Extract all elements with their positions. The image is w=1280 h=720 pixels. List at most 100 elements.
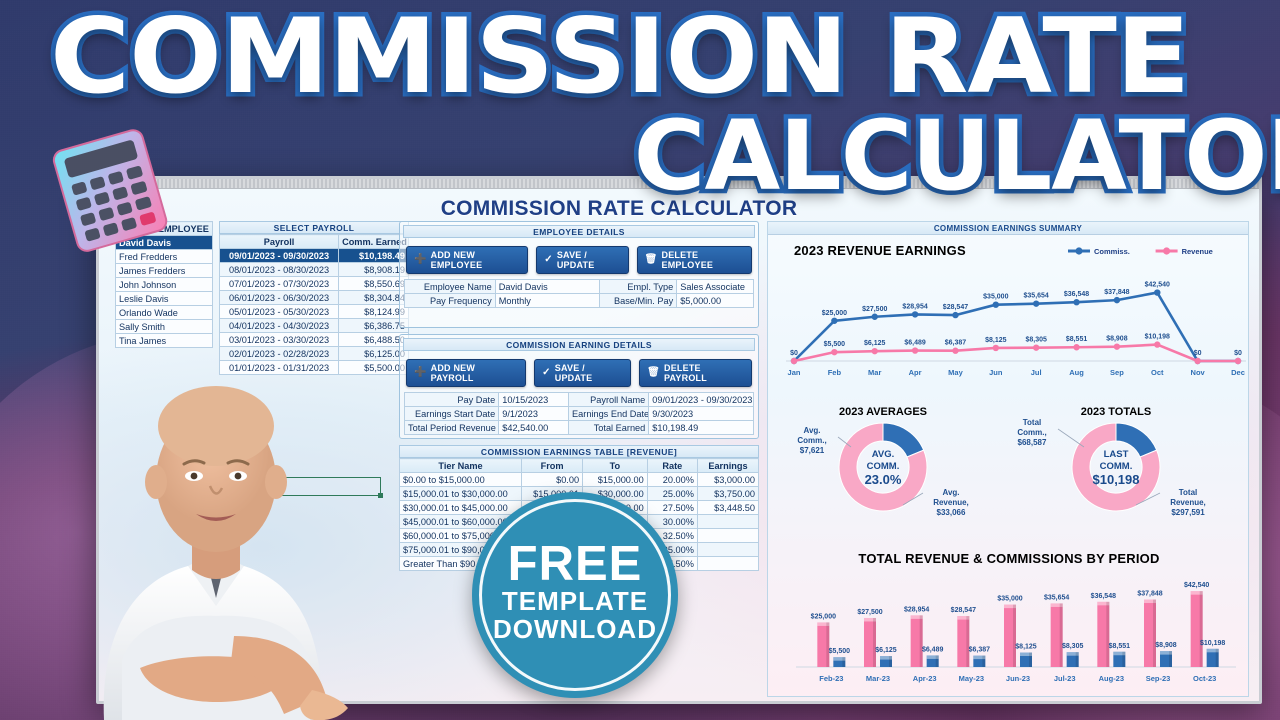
donut-slice-value: $7,621: [800, 446, 825, 455]
check-icon: ✓: [542, 367, 551, 378]
bar-data-label: $27,500: [857, 609, 882, 616]
commission-earning-field-row[interactable]: Earnings Start Date 9/1/2023 Earnings End …: [403, 406, 754, 421]
data-label: $6,387: [945, 340, 967, 347]
x-axis-tick-label: Jul: [1031, 368, 1042, 377]
add-new-employee-label: ADD NEW EMPLOYEE: [430, 250, 483, 270]
bar-data-label: $6,489: [922, 646, 944, 653]
bar-data-label: $25,000: [811, 613, 836, 620]
add-new-employee-button[interactable]: ➕ ADD NEW EMPLOYEE: [406, 246, 529, 274]
field-value[interactable]: $5,000.00: [676, 293, 754, 308]
employee-name-cell: James Fredders: [115, 263, 213, 278]
bar-data-label: $35,654: [1044, 594, 1069, 601]
field-value[interactable]: 9/30/2023: [648, 406, 754, 421]
field-value[interactable]: 09/01/2023 - 09/30/2023: [648, 392, 754, 407]
plus-circle-icon: ➕: [414, 367, 427, 378]
employee-list-item[interactable]: Fred Fredders: [115, 249, 213, 264]
field-value[interactable]: 10/15/2023: [498, 392, 570, 407]
data-label: $42,540: [1145, 282, 1170, 289]
dashboard-panel[interactable]: COMMISSION EARNINGS SUMMARY 2023 REVENUE…: [767, 221, 1249, 697]
commission-table-cell: [696, 542, 760, 557]
commission-table-cell: 30.00%: [646, 514, 698, 529]
payroll-earned-cell: $8,124.99: [338, 304, 409, 319]
payroll-row[interactable]: 08/01/2023 - 08/30/2023 $8,908.19: [218, 262, 409, 277]
plus-circle-icon: ➕: [414, 254, 427, 265]
bar-data-label: $8,908: [1155, 642, 1177, 649]
field-value[interactable]: $42,540.00: [498, 420, 570, 435]
badge-line-download: DOWNLOAD: [493, 614, 657, 645]
field-label: Total Period Revenue: [403, 420, 500, 435]
data-label: $35,000: [983, 294, 1008, 301]
commission-earning-fields-body[interactable]: Pay Date 10/15/2023 Payroll Name 09/01/2023…: [403, 392, 754, 435]
data-label: $36,548: [1064, 291, 1089, 298]
commission-table-cell: [696, 528, 760, 543]
commission-earning-field-row[interactable]: Pay Date 10/15/2023 Payroll Name 09/01/2023…: [403, 392, 754, 407]
commission-table-header: COMMISSION EARNINGS TABLE [REVENUE]: [399, 445, 759, 458]
employee-field-row[interactable]: Employee Name David Davis Empl. Type Sales …: [404, 279, 754, 294]
delete-employee-label: DELETE EMPLOYEE: [661, 250, 714, 270]
field-value[interactable]: Sales Associate: [676, 279, 754, 294]
employee-list-item[interactable]: James Fredders: [115, 263, 213, 278]
commission-table-column-header: Tier Name: [398, 458, 523, 473]
payroll-row[interactable]: 09/01/2023 - 09/30/2023 $10,198.49: [218, 248, 409, 263]
commission-table-cell: 25.00%: [646, 486, 698, 501]
employee-list-item[interactable]: Orlando Wade: [115, 305, 213, 320]
employee-details-panel[interactable]: EMPLOYEE DETAILS ➕ ADD NEW EMPLOYEE ✓ SA…: [399, 221, 759, 328]
commission-earning-buttons[interactable]: ➕ ADD NEW PAYROLL ✓ SAVE / UPDATE 🗑 DELE…: [400, 354, 758, 392]
save-update-payroll-label: SAVE / UPDATE: [554, 363, 593, 383]
spreadsheet-titlebar: [99, 179, 1259, 189]
payroll-row[interactable]: 06/01/2023 - 06/30/2023 $8,304.84: [218, 290, 409, 305]
payroll-period-cell: 07/01/2023 - 07/30/2023: [218, 276, 340, 291]
field-label: Pay Date: [403, 392, 500, 407]
donut-slice-label: Avg.: [942, 488, 959, 497]
bar-data-label: $42,540: [1184, 582, 1209, 589]
commission-earning-fields-table[interactable]: Pay Date 10/15/2023 Payroll Name 09/01/2023…: [403, 392, 754, 435]
field-value[interactable]: David Davis: [494, 279, 601, 294]
save-update-payroll-button[interactable]: ✓ SAVE / UPDATE: [534, 359, 632, 387]
employee-list-item[interactable]: Leslie Davis: [115, 291, 213, 306]
employee-fields-table[interactable]: Employee Name David Davis Empl. Type Sales …: [404, 279, 754, 308]
data-label: $8,551: [1066, 336, 1088, 343]
commission-earning-details-panel[interactable]: COMMISSION EARNING DETAILS ➕ ADD NEW PAY…: [399, 334, 759, 439]
employee-fields-body[interactable]: Employee Name David Davis Empl. Type Sales …: [404, 279, 754, 308]
field-value[interactable]: $10,198.49: [648, 420, 754, 435]
donut-slice-label: Total: [1179, 488, 1198, 497]
donut-center-value: $10,198: [1093, 472, 1140, 487]
field-value[interactable]: Monthly: [494, 293, 601, 308]
bar-chart-plot: $25,000 $5,500 $27,500 $6,125 $28,954 $6,489 $…: [796, 582, 1236, 668]
employee-field-row[interactable]: Pay Frequency Monthly Base/Min. Pay $5,000.…: [404, 293, 754, 308]
bar-data-label: $10,198: [1200, 640, 1225, 647]
payroll-row[interactable]: 07/01/2023 - 07/30/2023 $8,550.69: [218, 276, 409, 291]
donut-slice-label: Total: [1023, 418, 1042, 427]
bar-chart-x-axis: Feb-23 Mar-23 Apr-23 May-23 Jun-23 Jul-23 Aug-…: [819, 674, 1216, 683]
payroll-period-cell: 08/01/2023 - 08/30/2023: [218, 262, 340, 277]
free-template-download-badge[interactable]: FREE TEMPLATE DOWNLOAD: [472, 492, 678, 698]
table-row[interactable]: $0.00 to $15,000.00 $0.00 $15,000.00 20.00%…: [398, 472, 760, 487]
x-axis-tick-label: Sep-23: [1146, 674, 1171, 683]
summary-donut-charts: 2023 AVERAGESAVG.COMM.23.0%Avg.Comm.,$7,…: [797, 406, 1205, 517]
employee-details-buttons[interactable]: ➕ ADD NEW EMPLOYEE ✓ SAVE / UPDATE 🗑 DEL…: [400, 241, 758, 279]
revenue-earnings-line-chart: 2023 REVENUE EARNINGS Commiss. Revenue $0…: [786, 243, 1246, 377]
field-value[interactable]: 9/1/2023: [498, 406, 570, 421]
donut-center-line2: COMM.: [1100, 461, 1133, 472]
employee-list-item[interactable]: John Johnson: [115, 277, 213, 292]
x-axis-tick-label: Nov: [1191, 368, 1206, 377]
add-new-payroll-label: ADD NEW PAYROLL: [430, 363, 476, 383]
bar-data-label: $28,547: [951, 607, 976, 614]
x-axis-tick-label: Mar-23: [866, 674, 890, 683]
totals-donut-chart: 2023 TOTALSLASTCOMM.$10,198TotalComm.,$6…: [1017, 406, 1205, 517]
bar-data-label: $8,125: [1015, 644, 1037, 651]
check-icon: ✓: [544, 254, 553, 265]
commission-table-cell: $3,750.00: [696, 486, 760, 501]
line-chart-legend: Commiss. Revenue: [1068, 247, 1213, 256]
save-update-employee-button[interactable]: ✓ SAVE / UPDATE: [536, 246, 629, 274]
payroll-earned-cell: $10,198.49: [338, 248, 409, 263]
payroll-row[interactable]: 05/01/2023 - 05/30/2023 $8,124.99: [218, 304, 409, 319]
add-new-payroll-button[interactable]: ➕ ADD NEW PAYROLL: [406, 359, 527, 387]
legend-entry: Commiss.: [1094, 247, 1130, 256]
delete-payroll-button[interactable]: 🗑 DELETE PAYROLL: [639, 359, 752, 387]
commission-earning-field-row[interactable]: Total Period Revenue $42,540.00 Total Earn…: [403, 420, 754, 435]
delete-employee-button[interactable]: 🗑 DELETE EMPLOYEE: [636, 246, 752, 274]
commission-table-cell: $15,000.01 to $30,000.00: [398, 486, 523, 501]
commission-table-column-header: Earnings: [696, 458, 760, 473]
donut-title: 2023 AVERAGES: [839, 406, 927, 418]
